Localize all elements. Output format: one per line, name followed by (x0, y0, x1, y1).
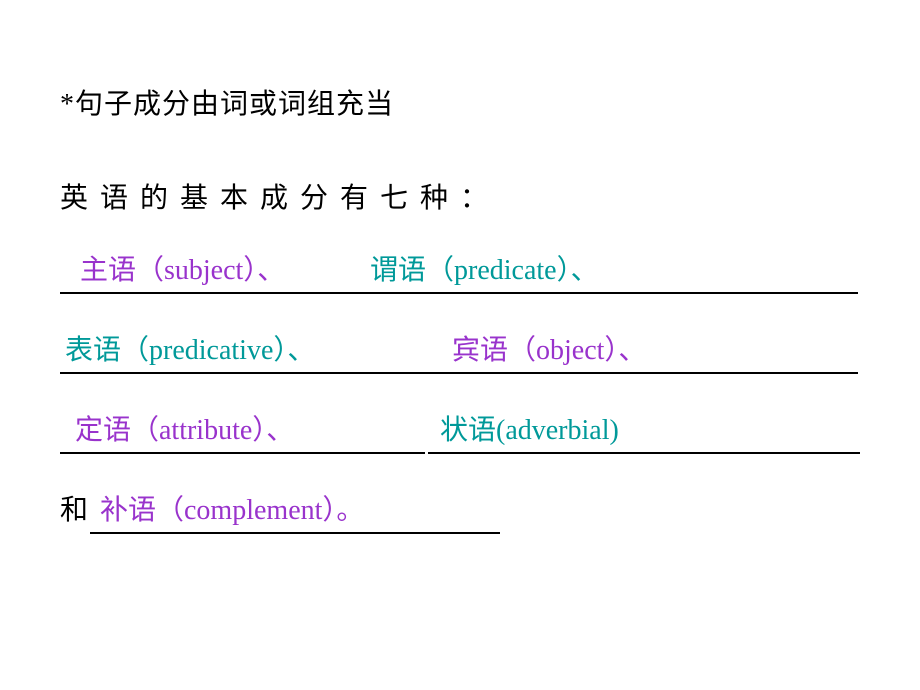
object-text: 宾语（object）、 (452, 331, 646, 370)
underline-3b (428, 452, 860, 454)
blank-line-1: 主语（subject）、 谓语（predicate）、 (60, 248, 860, 310)
title-text: *句子成分由词或词组充当 (60, 85, 860, 124)
predicative-text: 表语（predicative）、 (65, 331, 315, 370)
blank-line-3: 定语（attribute）、 状语(adverbial) (60, 408, 860, 470)
blank-line-2: 表语（predicative）、 宾语（object）、 (60, 328, 860, 390)
underline-3a (60, 452, 425, 454)
intro-text: 英语的基本成分有七种： (60, 179, 860, 218)
underline-4 (90, 532, 500, 534)
underline-1 (60, 292, 858, 294)
subject-text: 主语（subject）、 (80, 251, 285, 290)
complement-text: 补语（complement）。 (100, 491, 364, 530)
adverbial-text: 状语(adverbial) (440, 411, 619, 450)
blank-line-4: 和 补语（complement）。 (60, 488, 860, 550)
underline-2b (440, 372, 858, 374)
predicate-text: 谓语（predicate）、 (370, 251, 599, 290)
underline-2a (60, 372, 440, 374)
attribute-text: 定语（attribute）、 (75, 411, 294, 450)
prefix-text: 和 (60, 491, 88, 530)
